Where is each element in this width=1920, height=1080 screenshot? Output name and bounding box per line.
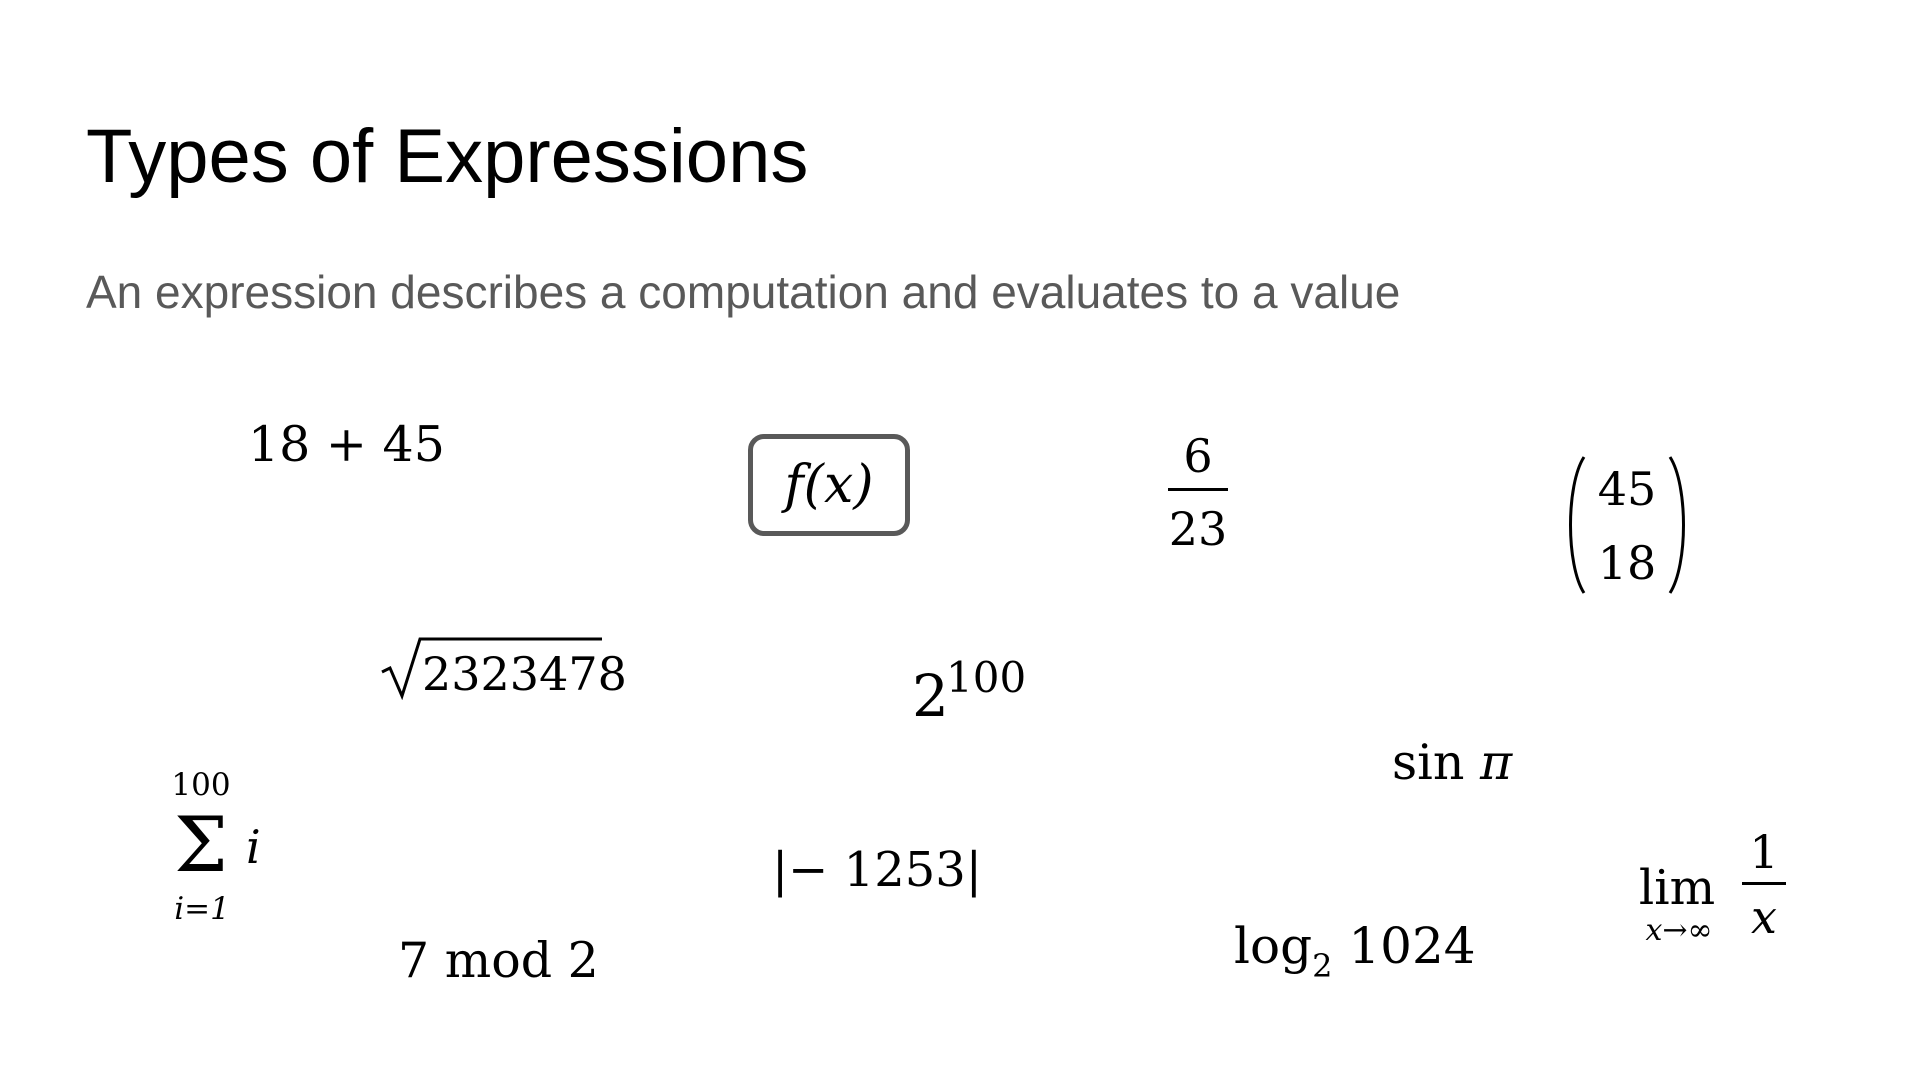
power-base: 2 xyxy=(912,662,949,730)
fraction-numerator: 6 xyxy=(1183,429,1213,483)
expression-modulo: 7 mod 2 xyxy=(398,932,599,989)
left-paren-icon xyxy=(1569,456,1586,594)
slide: Types of Expressions An expression descr… xyxy=(0,0,1920,1080)
expression-function-call: f(x) xyxy=(784,455,874,515)
fraction-denominator: 23 xyxy=(1168,502,1228,556)
logarithm-base: 2 xyxy=(1312,947,1333,985)
sigma-icon: Σ xyxy=(174,800,228,889)
logarithm-argument: 1024 xyxy=(1348,917,1476,975)
limit-fraction: 1 x xyxy=(1742,826,1786,943)
power-exponent: 100 xyxy=(946,653,1027,702)
limit-denominator: x xyxy=(1751,890,1777,944)
expression-binomial: 45 18 xyxy=(1564,455,1690,595)
sine-function: sin xyxy=(1392,734,1465,791)
limit-approach: x→∞ xyxy=(1645,913,1713,948)
expression-addition: 18 + 45 xyxy=(248,416,445,473)
expression-fraction: 6 23 xyxy=(1168,428,1228,557)
summation-upper-limit: 100 xyxy=(171,767,231,803)
expression-function-call-box: f(x) xyxy=(748,434,910,536)
limit-word: lim xyxy=(1638,860,1716,916)
fraction-bar xyxy=(1168,488,1228,491)
right-paren-icon xyxy=(1668,456,1685,594)
expression-logarithm: log2 1024 xyxy=(1234,916,1476,985)
limit-fraction-bar xyxy=(1742,882,1786,885)
limit-numerator: 1 xyxy=(1749,825,1779,879)
binomial-bottom: 18 xyxy=(1597,536,1657,590)
summation-lower-limit: i=1 xyxy=(174,891,230,927)
expression-absolute-value: |− 1253| xyxy=(772,842,982,898)
slide-subtitle: An expression describes a computation an… xyxy=(86,266,1401,318)
sine-argument: π xyxy=(1479,734,1513,791)
expression-sine: sin π xyxy=(1392,738,1512,787)
slide-title: Types of Expressions xyxy=(86,114,809,199)
summation-body: i xyxy=(246,820,261,874)
square-root-radicand: 2323478 xyxy=(422,647,627,701)
logarithm-function: log xyxy=(1234,917,1313,975)
binomial-top: 45 xyxy=(1597,462,1657,516)
